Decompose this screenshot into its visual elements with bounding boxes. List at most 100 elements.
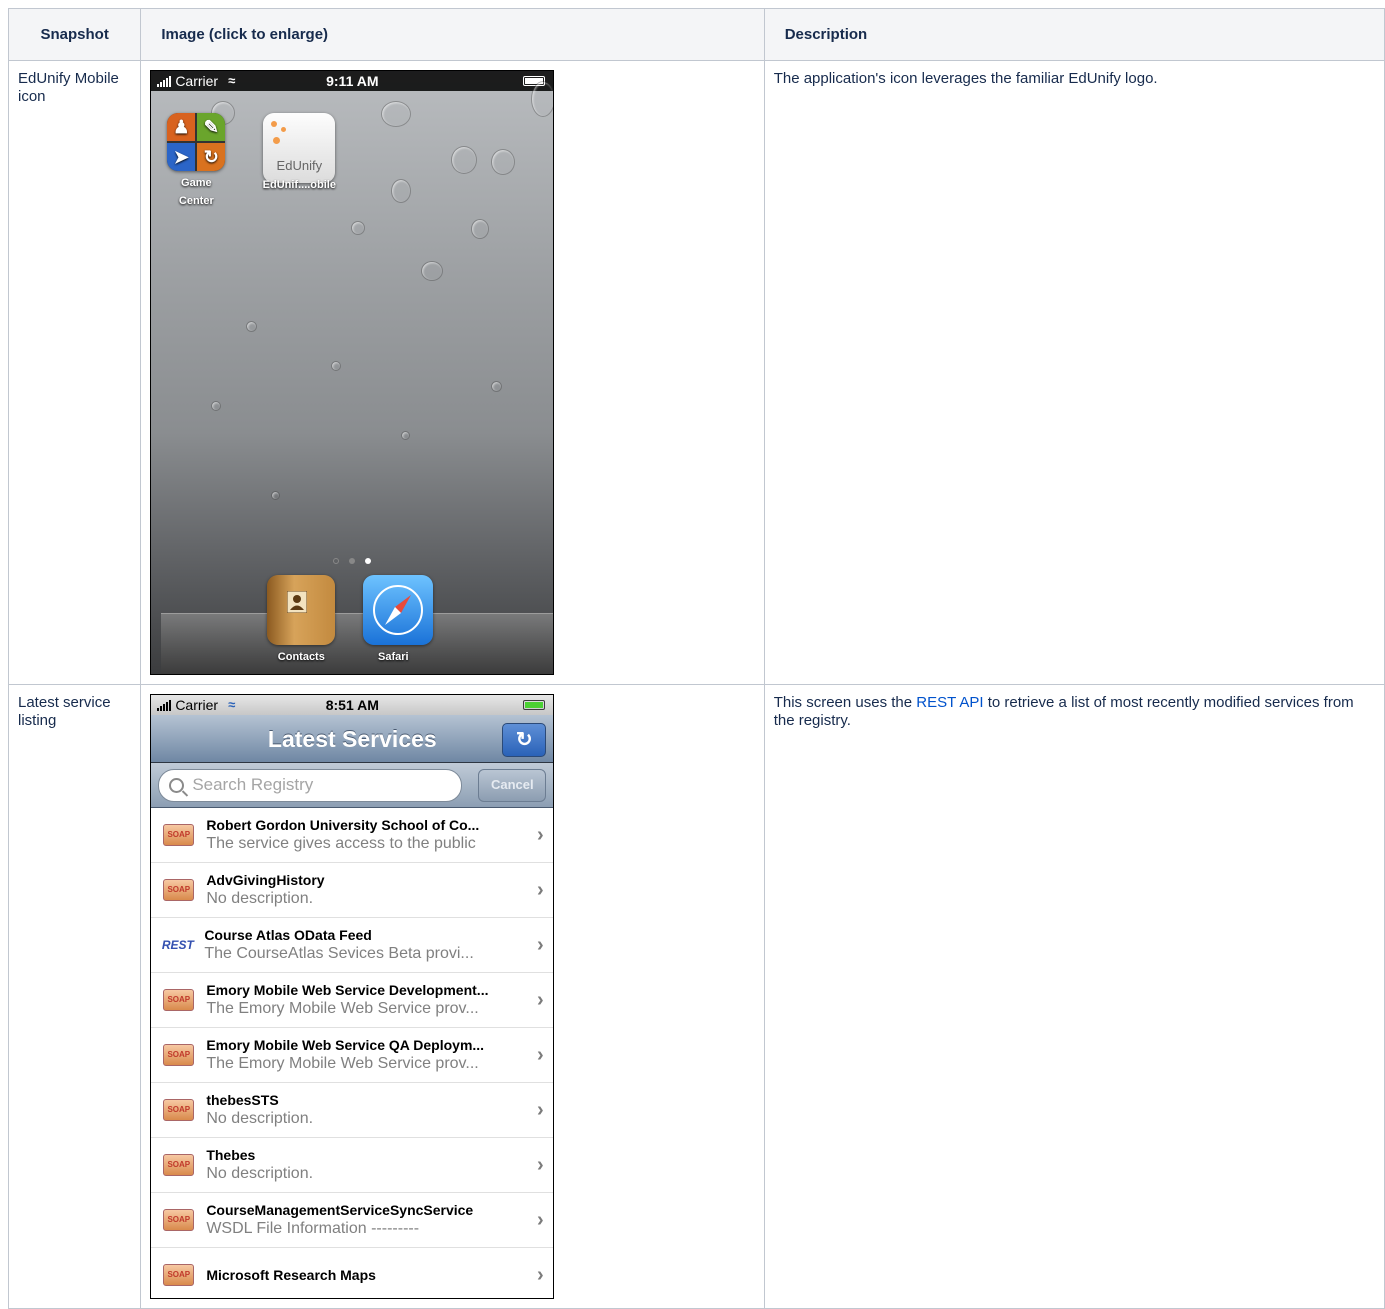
service-title: Thebes [206,1147,256,1163]
service-subtitle: No description. [206,890,314,907]
service-row[interactable]: SOAP Emory Mobile Web Service Development… [151,973,554,1028]
status-time: 8:51 AM [325,697,379,713]
water-drop [246,321,258,332]
service-subtitle: No description. [206,1165,314,1182]
chevron-right-icon: › [536,824,544,846]
chevron-right-icon: › [536,934,544,956]
table-row: Latest service listing Carrier ≈ 8:51 AM… [7,684,1385,1309]
service-subtitle: The service gives access to the public [206,835,476,852]
service-text: Robert Gordon University School of Co...… [206,816,527,854]
compass-icon [373,585,424,635]
app-contacts[interactable]: Contacts [267,575,336,666]
search-icon [169,777,185,793]
game-center-icon: ♟ ✎ ➤ ↻ [167,113,226,171]
soap-service-icon: SOAP [163,879,195,901]
service-text: Emory Mobile Web Service QA Deploym... Th… [206,1036,527,1074]
page-title: Latest Services [267,725,437,752]
service-row[interactable]: SOAP Robert Gordon University School of C… [151,808,554,863]
service-text: Course Atlas OData Feed The CourseAtlas S… [204,926,527,964]
image-cell: Carrier ≈ 8:51 AM Latest Services ↻ Sear… [140,684,765,1309]
page-dot-active [365,558,372,564]
service-text: Microsoft Research Maps [206,1266,527,1284]
search-bar: Search Registry Cancel [151,763,554,808]
soap-service-icon: SOAP [163,989,195,1011]
service-row[interactable]: SOAP thebesSTS No description. › [151,1083,554,1138]
table-row: EdUnify Mobile icon Carrier ≈ 9:11 AM ♟ … [7,60,1385,685]
service-title: CourseManagementServiceSyncService [206,1202,474,1218]
description-cell: The application's icon leverages the fam… [763,60,1385,685]
dock [161,613,554,674]
logo-dot [273,137,281,144]
rest-api-link[interactable]: REST API [916,694,983,711]
soap-service-icon: SOAP [163,1099,195,1121]
search-page-dot [333,558,340,564]
service-text: CourseManagementServiceSyncService WSDL F… [206,1201,527,1239]
service-text: thebesSTS No description. [206,1091,527,1129]
snapshot-cell: Latest service listing [7,684,142,1309]
status-time: 9:11 AM [326,73,379,89]
latest-services-screenshot[interactable]: Carrier ≈ 8:51 AM Latest Services ↻ Sear… [150,694,555,1299]
app-game-center[interactable]: ♟ ✎ ➤ ↻ Game Center [166,113,226,210]
service-title: thebesSTS [206,1092,279,1108]
safari-icon [363,575,434,645]
service-row[interactable]: SOAP Emory Mobile Web Service QA Deploym.… [151,1028,554,1083]
page-indicator [151,551,553,569]
soap-service-icon: SOAP [163,1209,195,1231]
service-subtitle: No description. [206,1110,314,1127]
chevron-right-icon: › [536,989,544,1011]
service-row[interactable]: SOAP CourseManagementServiceSyncService WS… [151,1193,554,1248]
header-snapshot: Snapshot [7,8,142,61]
status-bar: Carrier ≈ 8:51 AM [151,695,554,715]
cancel-button[interactable]: Cancel [478,768,547,802]
chevron-right-icon: › [536,1154,544,1176]
service-row[interactable]: REST Course Atlas OData Feed The CourseAtl… [151,918,554,973]
water-drop [381,101,412,127]
service-subtitle: The Emory Mobile Web Service prov... [206,1055,479,1072]
soap-service-icon: SOAP [163,1264,195,1286]
chevron-right-icon: › [536,1209,544,1231]
service-title: AdvGivingHistory [206,872,325,888]
description-cell: This screen uses the REST API to retriev… [763,684,1385,1309]
contacts-icon [267,575,336,645]
description-text: This screen uses the [773,694,917,711]
service-row[interactable]: SOAP Thebes No description. › [151,1138,554,1193]
soap-service-icon: SOAP [163,1154,195,1176]
edunify-logo-text: EdUnify [276,158,323,173]
water-drop [351,221,366,235]
service-title: Emory Mobile Web Service Development... [206,982,489,998]
service-row[interactable]: SOAP AdvGivingHistory No description. › [151,863,554,918]
water-drop [491,149,516,175]
service-title: Emory Mobile Web Service QA Deploym... [206,1037,485,1053]
search-input[interactable]: Search Registry [158,768,463,802]
water-drop [531,81,554,117]
person-icon [287,591,308,613]
homescreen-screenshot[interactable]: Carrier ≈ 9:11 AM ♟ ✎ ➤ ↻ Game Center Ed… [150,70,555,675]
rest-service-icon: REST [161,938,194,952]
service-subtitle: WSDL File Information --------- [206,1220,420,1237]
refresh-button[interactable]: ↻ [502,723,547,757]
chevron-right-icon: › [536,1099,544,1121]
soap-service-icon: SOAP [163,824,195,846]
service-subtitle: The CourseAtlas Sevices Beta provi... [204,945,474,962]
status-bar: Carrier ≈ 9:11 AM [151,71,554,91]
app-edunify[interactable]: EdUnify EdUnif....obile [257,113,341,204]
page-dot [349,558,356,564]
service-subtitle: The Emory Mobile Web Service prov... [206,1000,479,1017]
search-placeholder: Search Registry [192,775,314,794]
water-drop [491,381,503,392]
chevron-right-icon: › [536,879,544,901]
logo-dot [271,121,278,127]
service-title: Microsoft Research Maps [206,1267,376,1283]
snapshot-table: Snapshot Image (click to enlarge) Descri… [7,8,1385,1309]
service-row[interactable]: SOAP Microsoft Research Maps › [151,1248,553,1298]
water-drop [391,179,412,203]
edunify-icon: EdUnify [263,113,336,183]
chevron-right-icon: › [536,1044,544,1066]
service-title: Robert Gordon University School of Co... [206,817,480,833]
app-label: Game Center [178,177,214,207]
service-title: Course Atlas OData Feed [204,927,372,943]
table-header-row: Snapshot Image (click to enlarge) Descri… [7,8,1385,61]
logo-dot [281,127,287,132]
water-drop [331,361,342,371]
app-safari[interactable]: Safari [363,575,434,666]
